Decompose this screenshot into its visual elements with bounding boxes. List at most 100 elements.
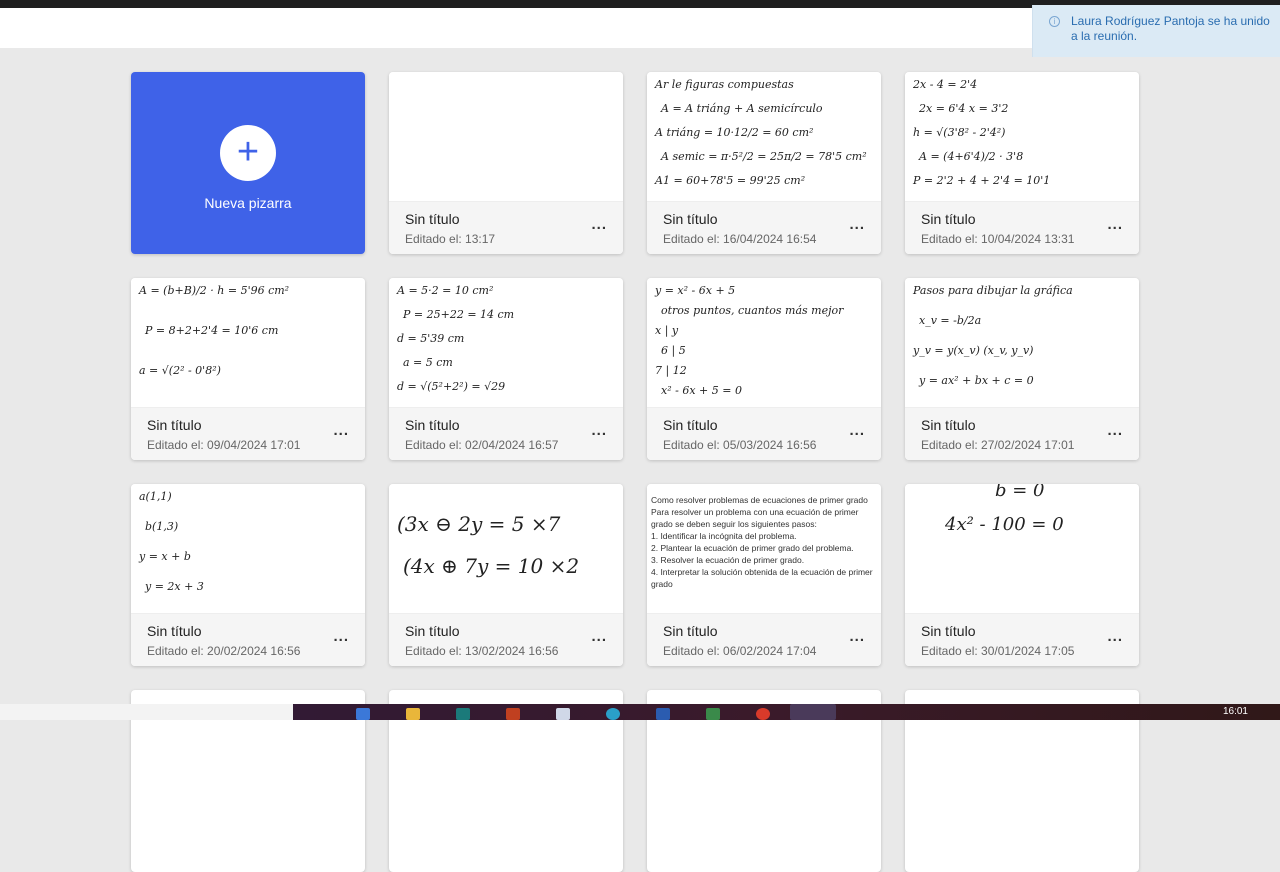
thumbnail-text: d = 5'39 cm <box>397 332 465 345</box>
thumbnail-text: y = ax² + bx + c = 0 <box>919 374 1034 387</box>
notepad-icon[interactable] <box>556 708 570 720</box>
more-options-button[interactable]: ... <box>333 422 349 439</box>
board-footer: Sin título Editado el: 06/02/2024 17:04..… <box>647 614 881 666</box>
more-options-button[interactable]: ... <box>1107 628 1123 645</box>
folder-icon[interactable] <box>406 708 420 720</box>
board-thumbnail: (3x ⊖ 2y = 5 ×7 (4x ⊕ 7y = 10 ×2 <box>389 484 623 614</box>
thumbnail-text: Ar le figuras compuestas <box>655 78 794 91</box>
clock: 16:01 <box>1222 706 1248 717</box>
board-footer: Sin título Editado el: 20/02/2024 16:56..… <box>131 614 365 666</box>
board-card[interactable]: y = x² - 6x + 5 otros puntos, cuantos más… <box>647 278 881 460</box>
app-icon[interactable] <box>506 708 520 720</box>
board-title: Sin título <box>405 417 460 433</box>
board-edited-date: Editado el: 20/02/2024 16:56 <box>147 644 301 658</box>
thumbnail-text: y = x² - 6x + 5 <box>655 284 736 297</box>
more-options-button[interactable]: ... <box>849 216 865 233</box>
thumbnail-text: y = 2x + 3 <box>145 580 204 593</box>
thumbnail-text: 7 | 12 <box>655 364 687 377</box>
taskbar: 16:01 <box>0 704 1280 720</box>
app-icon[interactable] <box>356 708 370 720</box>
thumbnail-text: (4x ⊕ 7y = 10 ×2 <box>403 554 580 578</box>
more-options-button[interactable]: ... <box>591 216 607 233</box>
board-edited-date: Editado el: 30/01/2024 17:05 <box>921 644 1075 658</box>
thumbnail-text: 6 | 5 <box>661 344 686 357</box>
board-card[interactable]: 2x - 4 = 2'4 2x = 6'4 x = 3'2 h = √(3'8² -… <box>905 72 1139 254</box>
more-options-button[interactable]: ... <box>1107 216 1123 233</box>
toast-message: Laura Rodríguez Pantoja se ha unido a la… <box>1071 14 1270 43</box>
app-icon[interactable] <box>706 708 720 720</box>
thumbnail-text: Como resolver problemas de ecuaciones de… <box>651 495 868 505</box>
thumbnail-text: 4. Interpretar la solución obtenida de l… <box>651 567 873 589</box>
board-edited-date: Editado el: 02/04/2024 16:57 <box>405 438 559 452</box>
more-options-button[interactable]: ... <box>1107 422 1123 439</box>
board-thumbnail <box>389 72 623 202</box>
thumbnail-text: x² - 6x + 5 = 0 <box>661 384 742 397</box>
new-board-label: Nueva pizarra <box>204 195 292 211</box>
board-card[interactable]: A = 5·2 = 10 cm² P = 25+22 = 14 cm d = 5'3… <box>389 278 623 460</box>
board-thumbnail: Como resolver problemas de ecuaciones de… <box>647 484 881 614</box>
more-options-button[interactable]: ... <box>849 422 865 439</box>
board-card[interactable]: (3x ⊖ 2y = 5 ×7 (4x ⊕ 7y = 10 ×2 Sin títul… <box>389 484 623 666</box>
thumbnail-text: 3. Resolver la ecuación de primer grado. <box>651 555 805 565</box>
thumbnail-text: 2x - 4 = 2'4 <box>913 78 978 91</box>
board-thumbnail: A = 5·2 = 10 cm² P = 25+22 = 14 cm d = 5'3… <box>389 278 623 408</box>
board-card[interactable]: Pasos para dibujar la gráfica x_v = -b/2a… <box>905 278 1139 460</box>
thumbnail-text: A semic = π·5²/2 = 25π/2 = 78'5 cm² <box>661 150 867 163</box>
thumbnail-text: 2x = 6'4 x = 3'2 <box>919 102 1009 115</box>
board-footer: Sin título Editado el: 09/04/2024 17:01..… <box>131 408 365 460</box>
board-title: Sin título <box>921 211 976 227</box>
thumbnail-text: 2. Plantear la ecuación de primer grado … <box>651 543 854 553</box>
board-card[interactable]: a(1,1) b(1,3) y = x + b y = 2x + 3 Sin títul… <box>131 484 365 666</box>
more-options-button[interactable]: ... <box>591 628 607 645</box>
board-card[interactable]: b = 0 4x² - 100 = 0 Sin título Editado el: … <box>905 484 1139 666</box>
taskbar-search[interactable] <box>0 704 293 720</box>
thumbnail-text: otros puntos, cuantos más mejor <box>661 304 844 317</box>
thumbnail-text: y = x + b <box>139 550 191 563</box>
board-card[interactable]: Sin título Editado el: 13:17... <box>389 72 623 254</box>
new-board-button[interactable]: + Nueva pizarra <box>131 72 365 254</box>
board-footer: Sin título Editado el: 13/02/2024 16:56..… <box>389 614 623 666</box>
thumbnail-text: x | y <box>655 324 679 337</box>
board-footer: Sin título Editado el: 05/03/2024 16:56..… <box>647 408 881 460</box>
board-edited-date: Editado el: 13/02/2024 16:56 <box>405 644 559 658</box>
chrome-icon[interactable] <box>756 708 770 720</box>
board-title: Sin título <box>663 211 718 227</box>
board-footer: Sin título Editado el: 30/01/2024 17:05..… <box>905 614 1139 666</box>
thumbnail-text: b = 0 <box>995 484 1045 501</box>
word-icon[interactable] <box>656 708 670 720</box>
board-edited-date: Editado el: 27/02/2024 17:01 <box>921 438 1075 452</box>
board-edited-date: Editado el: 06/02/2024 17:04 <box>663 644 817 658</box>
board-title: Sin título <box>147 623 202 639</box>
board-title: Sin título <box>663 417 718 433</box>
board-card[interactable]: Ar le figuras compuestas A = A triáng + A… <box>647 72 881 254</box>
board-thumbnail: a(1,1) b(1,3) y = x + b y = 2x + 3 <box>131 484 365 614</box>
board-footer: Sin título Editado el: 13:17... <box>389 202 623 254</box>
more-options-button[interactable]: ... <box>591 422 607 439</box>
edge-icon[interactable] <box>606 708 620 720</box>
thumbnail-text: A triáng = 10·12/2 = 60 cm² <box>655 126 814 139</box>
board-edited-date: Editado el: 13:17 <box>405 232 496 246</box>
thumbnail-text: 4x² - 100 = 0 <box>945 514 1064 535</box>
thumbnail-text: P = 2'2 + 4 + 2'4 = 10'1 <box>913 174 1051 187</box>
more-options-button[interactable]: ... <box>849 628 865 645</box>
thumbnail-text: a = 5 cm <box>403 356 453 369</box>
thumbnail-text: b(1,3) <box>145 520 179 533</box>
app-icon[interactable] <box>456 708 470 720</box>
board-thumbnail: 2x - 4 = 2'4 2x = 6'4 x = 3'2 h = √(3'8² -… <box>905 72 1139 202</box>
board-edited-date: Editado el: 10/04/2024 13:31 <box>921 232 1075 246</box>
more-options-button[interactable]: ... <box>333 628 349 645</box>
thumbnail-text: y_v = y(x_v) (x_v, y_v) <box>913 344 1034 357</box>
thumbnail-text: x_v = -b/2a <box>919 314 982 327</box>
thumbnail-text: d = √(5²+2²) = √29 <box>397 380 506 393</box>
thumbnail-text: Pasos para dibujar la gráfica <box>913 284 1073 297</box>
board-card[interactable]: Como resolver problemas de ecuaciones de… <box>647 484 881 666</box>
board-card[interactable]: A = (b+B)/2 · h = 5'96 cm² P = 8+2+2'4 = … <box>131 278 365 460</box>
board-edited-date: Editado el: 09/04/2024 17:01 <box>147 438 301 452</box>
board-title: Sin título <box>405 623 460 639</box>
notification-toast[interactable]: i Laura Rodríguez Pantoja se ha unido a … <box>1032 5 1280 57</box>
whiteboard-app-icon-active[interactable] <box>790 704 836 720</box>
thumbnail-text: A1 = 60+78'5 = 99'25 cm² <box>655 174 806 187</box>
board-title: Sin título <box>147 417 202 433</box>
board-footer: Sin título Editado el: 16/04/2024 16:54..… <box>647 202 881 254</box>
board-title: Sin título <box>921 417 976 433</box>
